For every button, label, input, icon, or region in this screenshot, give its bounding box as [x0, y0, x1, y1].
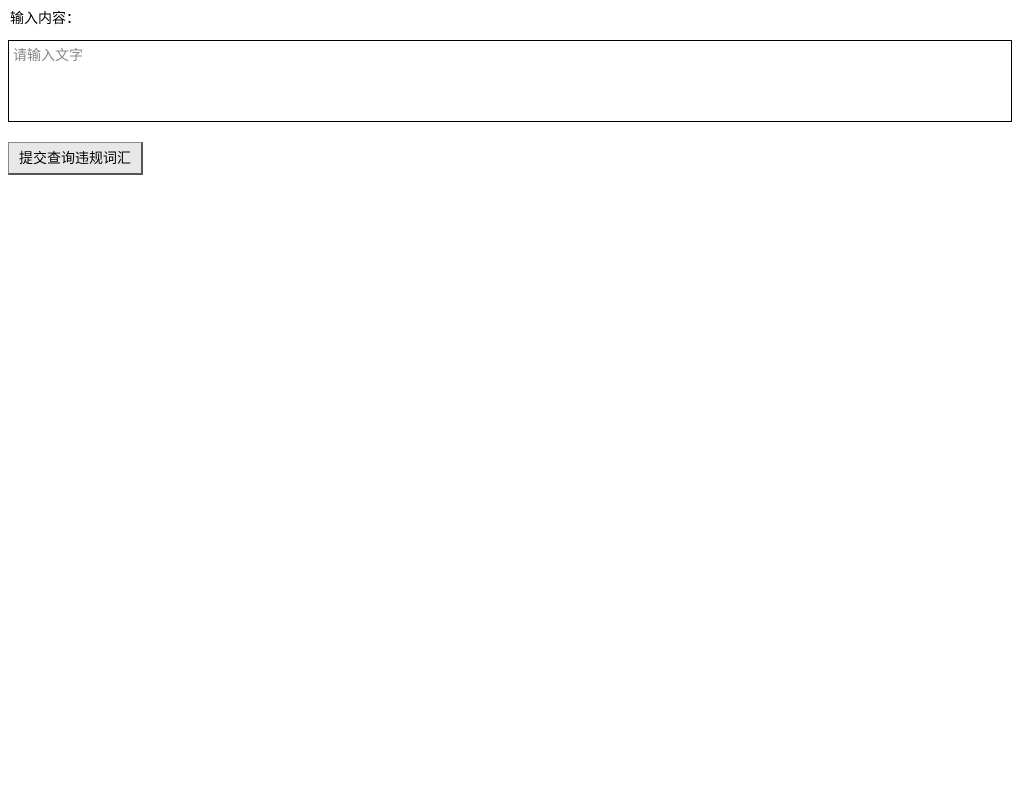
content-textarea[interactable]: [8, 40, 1012, 122]
submit-button[interactable]: 提交查询违规词汇: [8, 142, 143, 175]
input-label: 输入内容：: [8, 8, 1016, 28]
